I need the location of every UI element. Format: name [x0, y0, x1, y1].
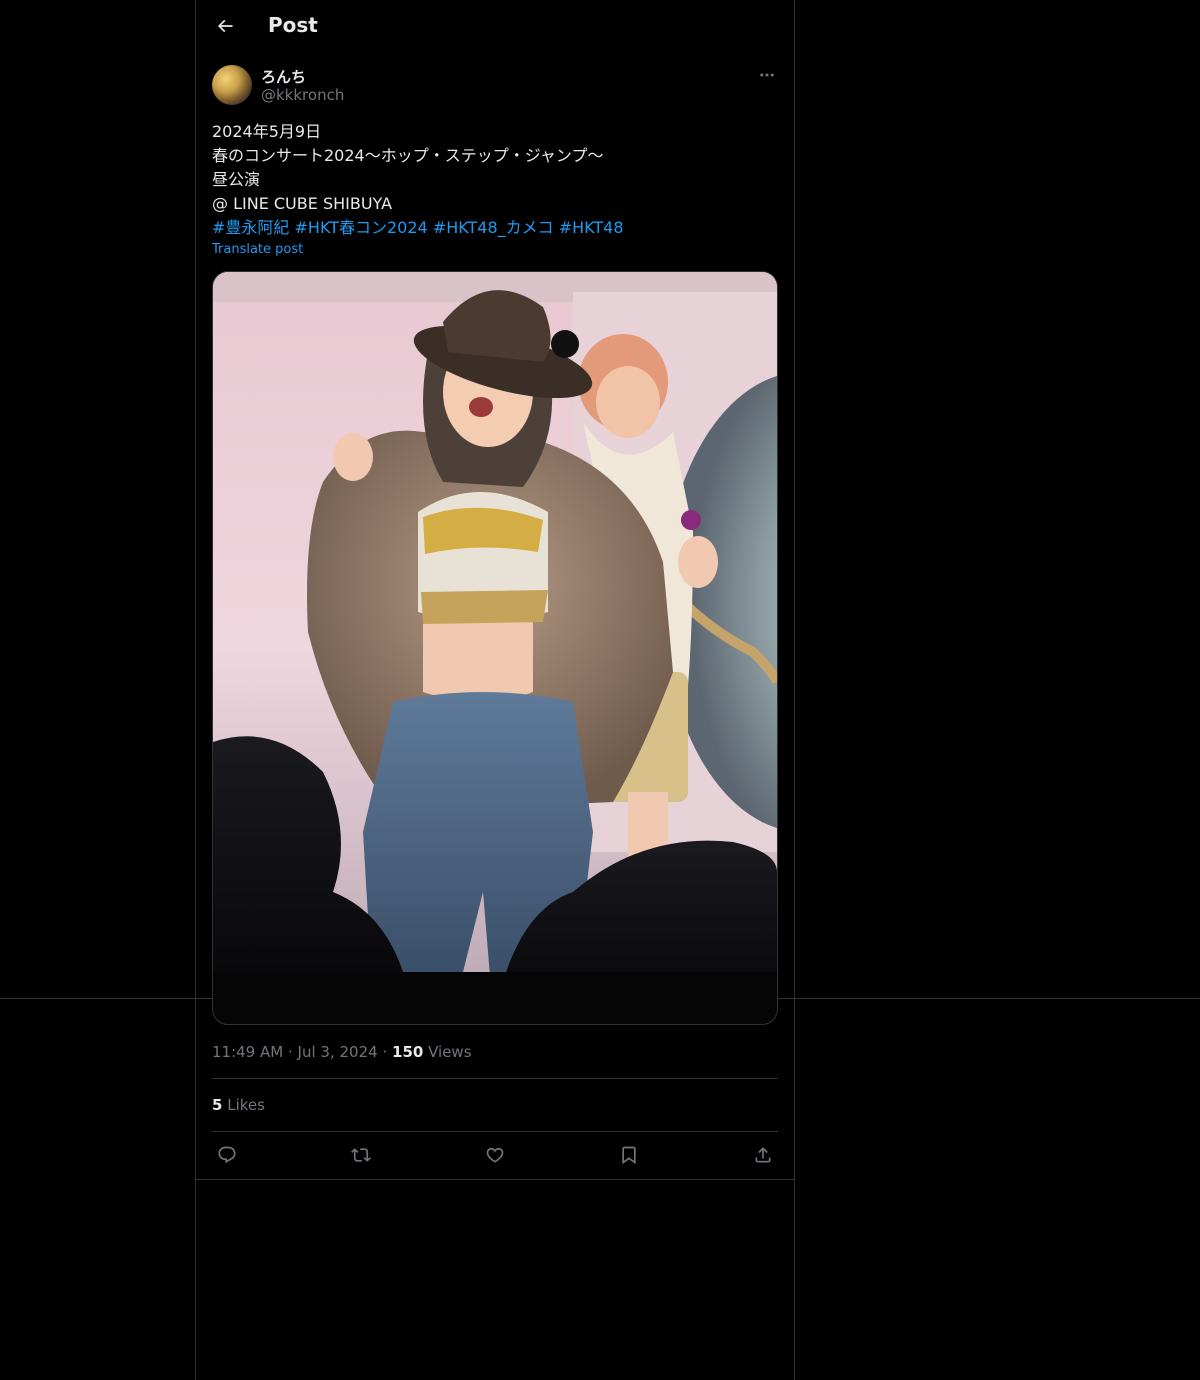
translate-post-link[interactable]: Translate post	[212, 242, 303, 257]
post-text-line: @ LINE CUBE SHIBUYA	[212, 194, 393, 213]
post-actions	[212, 1140, 778, 1170]
author-handle[interactable]: @kkkronch	[261, 86, 344, 104]
meta-separator: ·	[382, 1043, 388, 1061]
repost-button[interactable]	[346, 1140, 376, 1170]
post-text-line: 昼公演	[212, 170, 261, 189]
likes-stat[interactable]: 5 Likes	[212, 1096, 265, 1114]
post-author: ろんち @kkkronch	[212, 64, 778, 106]
bookmark-icon	[622, 1146, 636, 1165]
views-count: 150	[392, 1043, 424, 1061]
post-time[interactable]: 11:49 AM	[212, 1043, 283, 1061]
share-icon	[755, 1147, 771, 1163]
hashtag-link[interactable]: #豊永阿紀	[212, 218, 289, 237]
post-text-line: 春のコンサート2024〜ホップ・ステップ・ジャンプ〜	[212, 146, 604, 165]
likes-label: Likes	[227, 1096, 265, 1114]
more-options-button[interactable]	[756, 64, 778, 86]
share-button[interactable]	[748, 1140, 778, 1170]
reply-button[interactable]	[212, 1140, 242, 1170]
post-date[interactable]: Jul 3, 2024	[298, 1043, 378, 1061]
like-button[interactable]	[480, 1140, 510, 1170]
arrow-left-icon	[217, 19, 233, 33]
author-display-name[interactable]: ろんち	[261, 66, 306, 87]
post-meta: 11:49 AM · Jul 3, 2024 · 150 Views	[212, 1043, 472, 1061]
hashtag-link[interactable]: #HKT春コン2024	[295, 218, 428, 237]
views-label: Views	[428, 1043, 472, 1061]
main-column: Post ろんち @kkkronch 2024年5月9日 春のコンサート2024…	[195, 0, 795, 1380]
ellipsis-icon	[760, 73, 774, 77]
hashtag-link[interactable]: #HKT48_カメコ	[433, 218, 554, 237]
meta-separator: ·	[287, 1043, 293, 1061]
heart-icon	[486, 1147, 504, 1163]
page-title: Post	[268, 13, 318, 37]
post-photo[interactable]	[212, 271, 778, 1025]
repost-icon	[351, 1148, 371, 1162]
hashtags-line: #豊永阿紀 #HKT春コン2024 #HKT48_カメコ #HKT48	[212, 216, 778, 240]
post-text: 2024年5月9日 春のコンサート2024〜ホップ・ステップ・ジャンプ〜 昼公演…	[212, 120, 778, 240]
concert-photo	[213, 272, 777, 1024]
reply-icon	[218, 1146, 236, 1164]
back-button[interactable]	[208, 9, 242, 43]
hashtag-link[interactable]: #HKT48	[559, 218, 624, 237]
post-text-line: 2024年5月9日	[212, 122, 322, 141]
likes-count: 5	[212, 1096, 223, 1114]
post-header: Post	[196, 0, 794, 53]
post-bottom-border	[196, 1179, 794, 1180]
divider	[212, 1078, 778, 1079]
bookmark-button[interactable]	[614, 1140, 644, 1170]
divider	[212, 1131, 778, 1132]
avatar[interactable]	[212, 65, 252, 105]
